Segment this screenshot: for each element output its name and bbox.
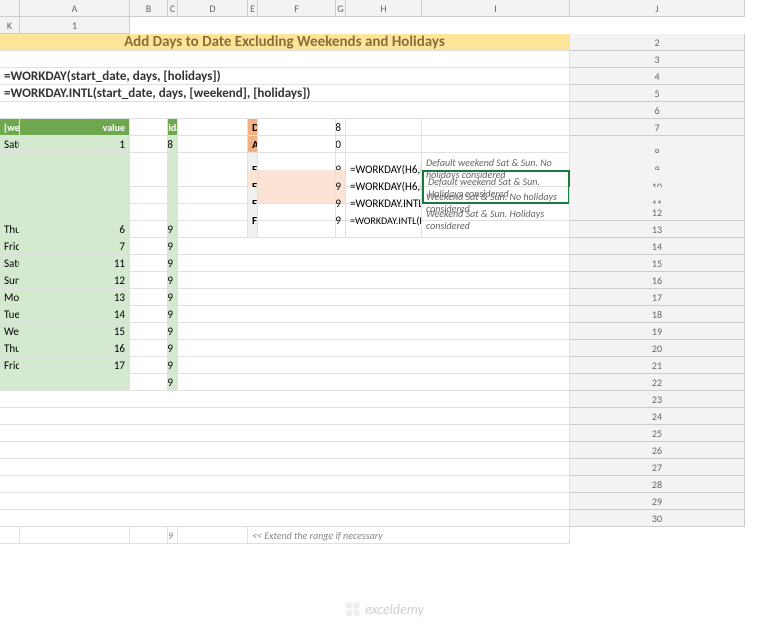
holiday-14[interactable]: 25-Dec-19: [168, 374, 178, 391]
holidays-header: [holidays]: [168, 119, 178, 136]
row-6[interactable]: 6: [570, 102, 745, 119]
date-value[interactable]: 18-Dec-18: [336, 119, 346, 136]
col-H[interactable]: H: [346, 0, 422, 17]
row-7[interactable]: 7: [570, 119, 745, 136]
weekend-val-8[interactable]: 12: [20, 272, 130, 289]
page-title: Add Days to Date Excluding Weekends and …: [0, 34, 570, 51]
row-3[interactable]: 3: [570, 51, 745, 68]
row-4[interactable]: 4: [570, 68, 745, 85]
row-15[interactable]: 15: [570, 255, 745, 272]
date-label: Date: [248, 119, 258, 136]
weekend-6[interactable]: Friday, Saturday: [0, 238, 20, 255]
watermark: exceldemy: [343, 600, 424, 618]
weekend-10[interactable]: Tuesday Only: [0, 306, 20, 323]
corner: [0, 0, 20, 17]
weekend-7[interactable]: Saturday Only: [0, 255, 20, 272]
row-28[interactable]: 28: [570, 476, 745, 493]
weekend-12[interactable]: Thursday Only: [0, 340, 20, 357]
footer-label: [holidays] = E7:E29: [168, 527, 178, 544]
row-13[interactable]: 13: [570, 221, 745, 238]
row-17[interactable]: 17: [570, 289, 745, 306]
holiday-7[interactable]: 16-Jun-19: [168, 255, 178, 272]
col-B[interactable]: B: [130, 0, 168, 17]
row-12[interactable]: 12: [570, 204, 745, 221]
formula-workday-intl: =WORKDAY.INTL(start_date, days, [weekend…: [0, 85, 570, 102]
weekend-5[interactable]: Thursday, Friday: [0, 221, 20, 238]
col-I[interactable]: I: [422, 0, 570, 17]
footer-note: << Extend the range if necessary: [248, 527, 570, 544]
col-D[interactable]: D: [178, 0, 248, 17]
weekend-8[interactable]: Sunday Only: [0, 272, 20, 289]
weekend-val-13[interactable]: 17: [20, 357, 130, 374]
row-27[interactable]: 27: [570, 459, 745, 476]
weekend-val-7[interactable]: 11: [20, 255, 130, 272]
row-26[interactable]: 26: [570, 442, 745, 459]
row-23[interactable]: 23: [570, 391, 745, 408]
col-J[interactable]: J: [570, 0, 745, 17]
weekend-13[interactable]: Friday Only: [0, 357, 20, 374]
weekend-val-11[interactable]: 15: [20, 323, 130, 340]
holiday-12[interactable]: 28-Nov-19: [168, 340, 178, 357]
row-29[interactable]: 29: [570, 493, 745, 510]
holiday-8[interactable]: 4-Jul-19: [168, 272, 178, 289]
row-2[interactable]: 2: [570, 34, 745, 51]
col-G[interactable]: G: [336, 0, 346, 17]
col-A[interactable]: A: [20, 0, 130, 17]
holiday-5[interactable]: 12-May-19: [168, 221, 178, 238]
col-F[interactable]: F: [258, 0, 336, 17]
weekend-9[interactable]: Monday Only: [0, 289, 20, 306]
row-5[interactable]: 5: [570, 85, 745, 102]
row-18[interactable]: 18: [570, 306, 745, 323]
adddays-label: Add Days: [248, 136, 258, 153]
weekend-11[interactable]: Wednesday Only: [0, 323, 20, 340]
row-1[interactable]: 1: [20, 17, 130, 34]
weekend-0[interactable]: Saturday, Sunday: [0, 136, 20, 153]
row-20[interactable]: 20: [570, 340, 745, 357]
weekend-val-6[interactable]: 7: [20, 238, 130, 255]
row-25[interactable]: 25: [570, 425, 745, 442]
holiday-10[interactable]: 14-Oct-19: [168, 306, 178, 323]
adddays-value[interactable]: 100: [336, 136, 346, 153]
weekend-header: [weekend]: [0, 119, 20, 136]
weekend-val-0[interactable]: 1: [20, 136, 130, 153]
weekend-val-10[interactable]: 14: [20, 306, 130, 323]
weekend-val-12[interactable]: 16: [20, 340, 130, 357]
holiday-11[interactable]: 11-Nov-19: [168, 323, 178, 340]
holiday-6[interactable]: 27-May-19: [168, 238, 178, 255]
holiday-13[interactable]: 29-Nov-19: [168, 357, 178, 374]
holiday-9[interactable]: 2-Sep-19: [168, 289, 178, 306]
row-14[interactable]: 14: [570, 238, 745, 255]
col-K[interactable]: K: [0, 17, 20, 34]
formula-workday: =WORKDAY(start_date, days, [holidays]): [0, 68, 570, 85]
col-C[interactable]: C: [168, 0, 178, 17]
row-21[interactable]: 21: [570, 357, 745, 374]
row-16[interactable]: 16: [570, 272, 745, 289]
row-19[interactable]: 19: [570, 323, 745, 340]
value-header: value: [20, 119, 130, 136]
row-22[interactable]: 22: [570, 374, 745, 391]
weekend-val-5[interactable]: 6: [20, 221, 130, 238]
col-E[interactable]: E: [248, 0, 258, 17]
row-24[interactable]: 24: [570, 408, 745, 425]
weekend-val-9[interactable]: 13: [20, 289, 130, 306]
holiday-0[interactable]: 25-Dec-18: [168, 136, 178, 153]
row-30[interactable]: 30: [570, 510, 745, 527]
